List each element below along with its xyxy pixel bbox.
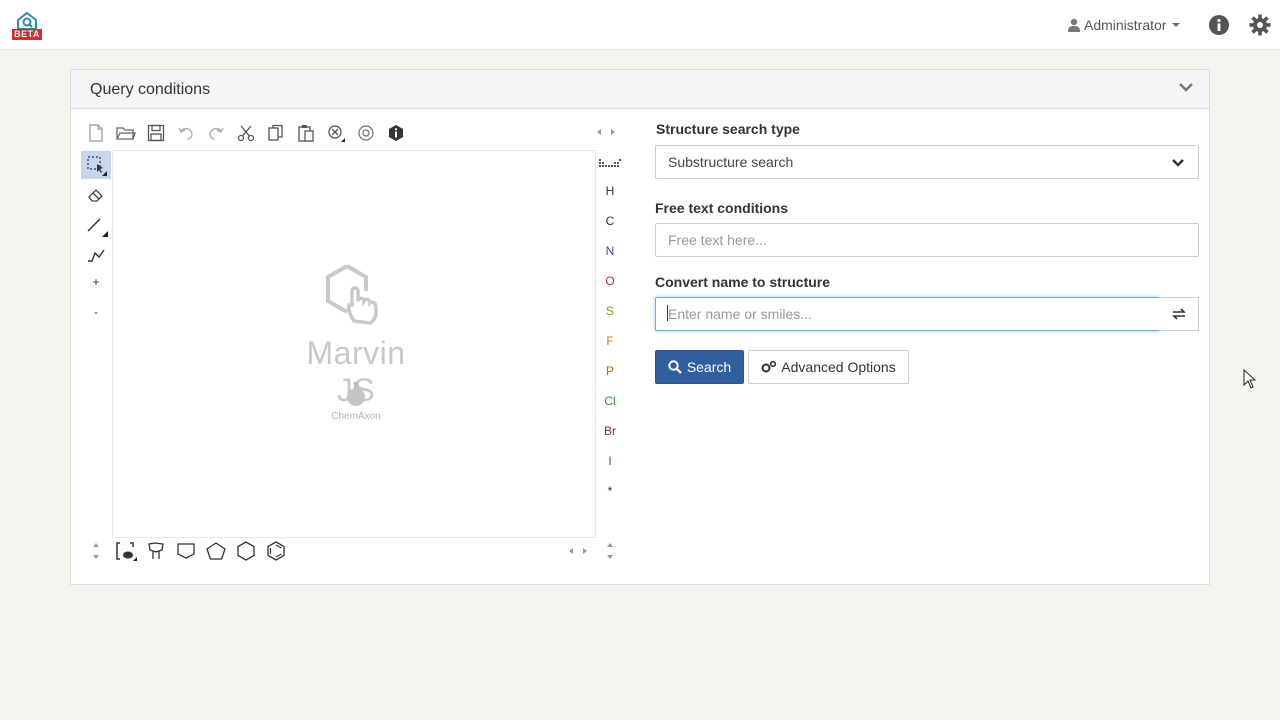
settings-icon[interactable] [354,121,378,145]
single-bond-icon[interactable] [84,213,108,237]
search-type-select[interactable]: Substructure search [655,145,1199,179]
panel-heading[interactable]: Query conditions [71,70,1209,109]
text-caret [667,305,668,321]
user-icon [1068,18,1080,32]
chemaxon-flask-icon [347,382,365,406]
atom-button-p[interactable]: P [600,361,620,381]
open-folder-icon[interactable] [114,121,138,145]
user-name: Administrator [1084,17,1167,33]
cogs-icon [761,360,777,373]
caret-down-icon [1172,23,1181,27]
gear-icon[interactable] [1249,14,1271,36]
paste-icon[interactable] [294,121,318,145]
advanced-options-label: Advanced Options [781,359,896,375]
chair-template-icon[interactable] [144,539,168,563]
chain-icon[interactable] [84,243,108,267]
chevron-down-icon[interactable] [1179,82,1193,92]
beta-badge: BETA [12,29,42,40]
convert-button[interactable] [1159,297,1199,331]
atom-button-i[interactable]: I [600,451,620,471]
new-document-icon[interactable] [84,121,108,145]
atom-button-s[interactable]: S [600,301,620,321]
atom-button-h[interactable]: H [600,181,620,201]
hexagon-icon[interactable] [234,539,258,563]
atom-button-o[interactable]: O [600,271,620,291]
atom-button-n[interactable]: N [600,241,620,261]
convert-name-input[interactable]: Enter name or smiles... [655,297,1160,331]
chemaxon-text: ChemAxon [331,411,381,422]
search-type-label: Structure search type [656,121,800,137]
benzene-icon[interactable] [264,539,288,563]
user-menu[interactable]: Administrator [1067,15,1181,35]
template-library-icon[interactable] [114,539,138,563]
app-logo[interactable]: BETA [12,11,42,41]
about-info-icon[interactable] [384,121,408,145]
search-button[interactable]: Search [655,350,744,384]
increase-charge-button[interactable]: + [84,270,108,294]
atom-button-any[interactable]: * [600,481,620,501]
rectangle-select-icon[interactable] [81,151,111,179]
periodic-table-icon[interactable] [598,151,622,175]
free-text-label: Free text conditions [655,200,789,216]
search-button-label: Search [686,359,732,375]
mouse-cursor-icon [1243,369,1257,389]
info-icon[interactable] [1208,14,1230,36]
house-logo-icon [17,11,37,30]
marvin-logo-icon [326,264,378,325]
undo-icon[interactable] [174,121,198,145]
zoom-clear-icon[interactable] [324,121,348,145]
search-icon [668,360,682,374]
expand-vertical-left-icon[interactable] [84,539,108,563]
decrease-charge-button[interactable]: - [84,300,108,324]
convert-name-label: Convert name to structure [655,274,831,290]
eraser-icon[interactable] [84,183,108,207]
expand-horizontal-icon[interactable] [591,120,621,144]
drawing-canvas[interactable]: Marvin JS ChemAxon [112,150,596,538]
query-conditions-panel: Query conditions + - Marvin ChemAxon H C… [70,69,1210,585]
redo-icon[interactable] [204,121,228,145]
cut-icon[interactable] [234,121,258,145]
atom-button-cl[interactable]: Cl [600,391,620,411]
marvin-editor: + - Marvin JS ChemAxon [81,120,626,572]
exchange-icon [1171,308,1186,320]
advanced-options-button[interactable]: Advanced Options [748,350,909,384]
expand-horizontal-bottom-icon[interactable] [563,539,593,563]
atom-button-f[interactable]: F [600,331,620,351]
search-type-value: Substructure search [668,154,794,170]
copy-icon[interactable] [264,121,288,145]
expand-vertical-right-icon[interactable] [598,539,622,563]
chevron-down-icon [1172,159,1184,167]
cyclobutane-icon[interactable] [174,539,198,563]
pentagon-icon[interactable] [204,539,228,563]
atom-button-br[interactable]: Br [600,421,620,441]
top-navbar: BETA Administrator [0,0,1280,50]
atom-button-c[interactable]: C [600,211,620,231]
save-icon[interactable] [144,121,168,145]
panel-title: Query conditions [90,81,211,98]
free-text-input[interactable]: Free text here... [655,223,1199,257]
